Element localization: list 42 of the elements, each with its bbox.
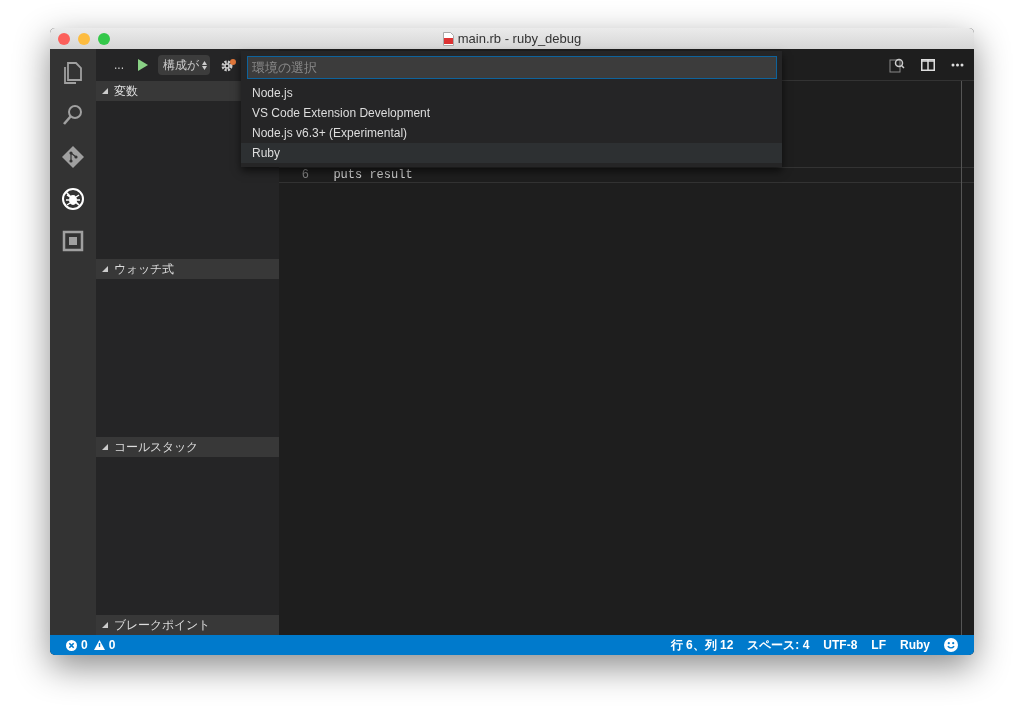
section-header[interactable]: ウォッチ式 [96,259,279,279]
status-item[interactable]: 行 6、列 12 [670,636,734,654]
updown-icon [202,60,207,70]
section-title: ウォッチ式 [114,261,174,278]
section-title: ブレークポイント [114,617,210,634]
quick-pick-item[interactable]: Ruby [241,143,782,163]
line-number: 6 [300,167,310,184]
code-line: puts result [332,167,413,184]
section-header[interactable]: コールスタック [96,437,279,457]
more-actions-icon[interactable] [951,62,964,67]
gear-icon[interactable] [220,57,237,73]
file-icon [442,31,454,46]
git-icon[interactable] [61,145,85,169]
search-icon[interactable] [61,103,85,127]
expanded-icon [102,266,108,272]
error-icon [66,639,77,651]
error-count[interactable]: 0 [81,636,88,654]
status-item[interactable]: スペース: 4 [747,636,810,654]
status-item[interactable]: UTF-8 [823,636,858,654]
warning-icon [93,640,105,650]
quick-pick-item[interactable]: Node.js v6.3+ (Experimental) [241,123,782,143]
section-title: コールスタック [114,439,198,456]
configuration-dropdown[interactable]: 構成が [158,55,210,75]
extensions-icon[interactable] [61,229,85,253]
expanded-icon [102,88,108,94]
smiley-icon[interactable] [944,638,958,652]
warning-count[interactable]: 0 [108,636,116,654]
quick-pick-item[interactable]: VS Code Extension Development [241,103,782,123]
quick-pick-input[interactable]: 環境の選択 [247,56,777,79]
expanded-icon [102,622,108,628]
more-button[interactable]: ... [114,56,128,74]
find-icon[interactable] [889,56,905,73]
expanded-icon [102,444,108,450]
section-header[interactable]: ブレークポイント [96,615,279,635]
start-debugging-icon[interactable] [138,59,148,71]
split-editor-icon[interactable] [921,58,935,71]
debug-icon[interactable] [61,187,85,211]
files-icon[interactable] [61,61,85,85]
status-item[interactable]: Ruby [900,636,930,654]
window-title: main.rb - ruby_debug [457,29,582,48]
section-title: 変数 [114,83,138,100]
status-item[interactable]: LF [871,636,886,654]
